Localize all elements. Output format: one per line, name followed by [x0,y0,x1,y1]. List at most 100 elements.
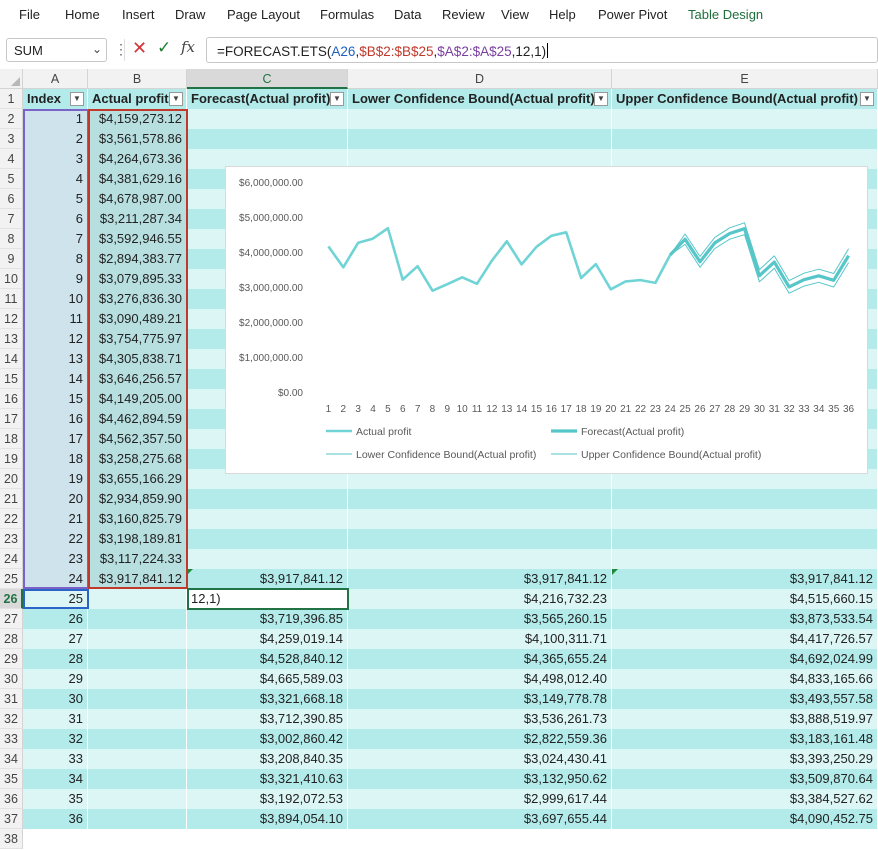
cell[interactable]: $3,149,778.78 [348,689,612,709]
cell[interactable] [88,769,187,789]
cell[interactable]: $3,917,841.12 [612,569,878,589]
cell[interactable] [88,789,187,809]
cancel-icon[interactable]: ✕ [132,38,147,59]
cell[interactable]: 32 [23,729,88,749]
menu-power-pivot[interactable]: Power Pivot [598,7,667,22]
column-header-d[interactable]: D [348,69,612,89]
cell[interactable]: $3,321,668.18 [187,689,348,709]
menu-view[interactable]: View [501,7,529,22]
cell[interactable]: 31 [23,709,88,729]
cell[interactable]: 33 [23,749,88,769]
row-header[interactable]: 4 [0,149,23,169]
row-header[interactable]: 9 [0,249,23,269]
cell[interactable]: $3,917,841.12 [348,569,612,589]
menu-home[interactable]: Home [65,7,100,22]
column-header-c[interactable]: C [187,69,348,89]
cell[interactable]: $3,384,527.62 [612,789,878,809]
header-cell-e[interactable]: Upper Confidence Bound(Actual profit) ▼ [612,89,878,109]
cell[interactable]: $3,509,870.64 [612,769,878,789]
row-header[interactable]: 5 [0,169,23,189]
filter-dropdown-icon[interactable]: ▼ [860,92,874,106]
cell[interactable]: 30 [23,689,88,709]
row-header[interactable]: 2 [0,109,23,129]
cell[interactable]: $3,192,072.53 [187,789,348,809]
row-header[interactable]: 27 [0,609,23,629]
menu-table-design[interactable]: Table Design [688,7,763,22]
row-header[interactable]: 8 [0,229,23,249]
cell[interactable]: $3,888,519.97 [612,709,878,729]
column-header-a[interactable]: A [23,69,88,89]
cell[interactable]: $3,002,860.42 [187,729,348,749]
cell[interactable]: $2,822,559.36 [348,729,612,749]
row-header[interactable]: 26 [0,589,23,609]
enter-icon[interactable]: ✓ [157,38,171,58]
cell[interactable]: $3,393,250.29 [612,749,878,769]
row-header[interactable]: 23 [0,529,23,549]
cell[interactable]: 34 [23,769,88,789]
row-header[interactable]: 24 [0,549,23,569]
filter-dropdown-icon[interactable]: ▼ [330,92,344,106]
row-header[interactable]: 28 [0,629,23,649]
cell[interactable]: $4,498,012.40 [348,669,612,689]
cell[interactable]: 36 [23,809,88,829]
select-all-button[interactable] [0,69,23,89]
filter-dropdown-icon[interactable]: ▼ [70,92,84,106]
row-header[interactable]: 32 [0,709,23,729]
cell[interactable]: $4,259,019.14 [187,629,348,649]
cell[interactable] [88,729,187,749]
cell[interactable]: $4,216,732.23 [348,589,612,609]
row-header[interactable]: 37 [0,809,23,829]
cell[interactable] [88,709,187,729]
cell[interactable]: $4,692,024.99 [612,649,878,669]
cell[interactable] [612,549,878,569]
cell[interactable] [88,749,187,769]
cell[interactable] [612,129,878,149]
row-header[interactable]: 33 [0,729,23,749]
row-header[interactable]: 3 [0,129,23,149]
filter-dropdown-icon[interactable]: ▼ [594,92,608,106]
name-box[interactable]: SUM ⌄ [6,38,107,62]
cell[interactable] [187,109,348,129]
cell[interactable] [88,589,187,609]
row-header[interactable]: 6 [0,189,23,209]
row-header[interactable]: 17 [0,409,23,429]
cell[interactable]: $4,515,660.15 [612,589,878,609]
cell[interactable]: 27 [23,629,88,649]
cell[interactable]: 28 [23,649,88,669]
cell[interactable] [88,649,187,669]
cell[interactable] [88,629,187,649]
menu-formulas[interactable]: Formulas [320,7,374,22]
row-header[interactable]: 10 [0,269,23,289]
row-header[interactable]: 12 [0,309,23,329]
cell[interactable] [88,809,187,829]
cell[interactable]: $3,024,430.41 [348,749,612,769]
cell[interactable]: $3,697,655.44 [348,809,612,829]
row-header[interactable]: 22 [0,509,23,529]
insert-function-icon[interactable]: fx [181,38,195,56]
cell[interactable] [88,669,187,689]
header-cell-c[interactable]: Forecast(Actual profit) ▼ [187,89,348,109]
row-header[interactable]: 35 [0,769,23,789]
row-header[interactable]: 21 [0,489,23,509]
cell[interactable]: $4,417,726.57 [612,629,878,649]
cell[interactable]: $4,833,165.66 [612,669,878,689]
filter-dropdown-icon[interactable]: ▼ [169,92,183,106]
row-header[interactable]: 30 [0,669,23,689]
cell[interactable] [187,509,348,529]
row-header[interactable]: 11 [0,289,23,309]
cell[interactable]: $4,365,655.24 [348,649,612,669]
cell[interactable]: $3,493,557.58 [612,689,878,709]
cell[interactable] [187,129,348,149]
header-cell-a[interactable]: Index ▼ [23,89,88,109]
row-header[interactable]: 13 [0,329,23,349]
column-header-e[interactable]: E [612,69,878,89]
chevron-down-icon[interactable]: ⌄ [92,42,102,56]
cell[interactable]: 26 [23,609,88,629]
cell[interactable]: $3,565,260.15 [348,609,612,629]
formula-input[interactable]: =FORECAST.ETS(A26,$B$2:$B$25,$A$2:$A$25,… [206,37,878,63]
row-header[interactable]: 20 [0,469,23,489]
cell[interactable] [612,109,878,129]
cell[interactable] [88,689,187,709]
cell[interactable]: $4,100,311.71 [348,629,612,649]
row-header[interactable]: 19 [0,449,23,469]
